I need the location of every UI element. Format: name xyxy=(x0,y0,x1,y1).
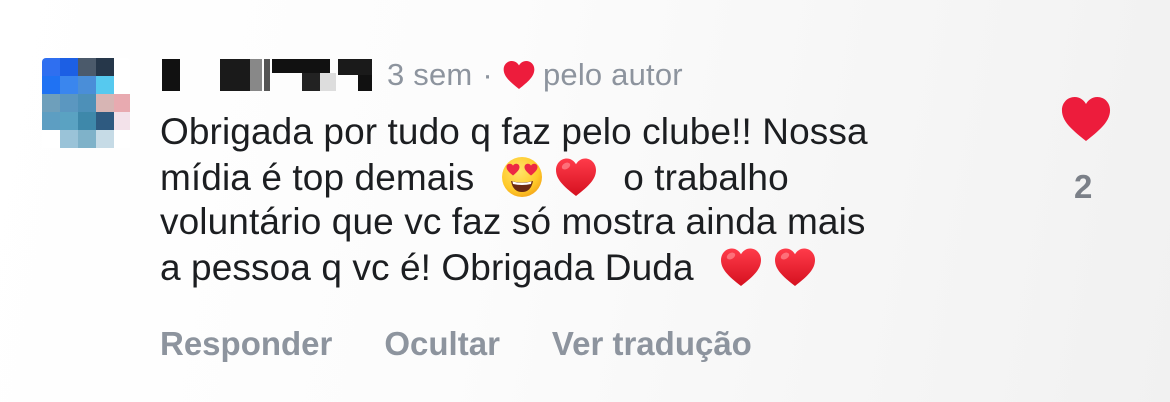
red-heart-emoji-icon xyxy=(775,248,816,286)
comment-text-segment: a pessoa q vc é! Obrigada Duda xyxy=(160,246,694,288)
red-heart-emoji-icon xyxy=(721,248,762,286)
comment-text-segment: o trabalho xyxy=(623,156,789,198)
comment: 3 sem · pelo autor Obrigada por tudo q f… xyxy=(0,0,1170,402)
comment-meta: 3 sem · pelo autor xyxy=(387,57,683,93)
comment-line: voluntário que vc faz só mostra ainda ma… xyxy=(160,201,866,242)
comment-actions: Responder Ocultar Ver tradução xyxy=(160,325,804,363)
heart-eyes-emoji-icon xyxy=(501,156,542,197)
separator: · xyxy=(482,57,493,92)
heart-icon xyxy=(503,61,535,89)
hide-button[interactable]: Ocultar xyxy=(384,325,500,363)
timestamp: 3 sem xyxy=(387,57,473,92)
username-redacted[interactable] xyxy=(162,56,377,94)
comment-line: Obrigada por tudo q faz pelo clube!! Nos… xyxy=(160,111,868,152)
red-heart-emoji-icon xyxy=(555,158,596,196)
liked-by-author-label: pelo autor xyxy=(542,57,683,92)
comment-line: a pessoa q vc é! Obrigada Duda xyxy=(160,245,1040,291)
comment-text: Obrigada por tudo q faz pelo clube!! Nos… xyxy=(160,110,1040,290)
comment-text-segment: mídia é top demais xyxy=(160,156,475,198)
avatar[interactable] xyxy=(42,58,130,150)
like-heart-icon[interactable] xyxy=(1060,96,1112,142)
translate-button[interactable]: Ver tradução xyxy=(552,325,752,363)
reply-button[interactable]: Responder xyxy=(160,325,332,363)
like-count[interactable]: 2 xyxy=(1074,168,1092,206)
comment-header: 3 sem · pelo autor xyxy=(162,55,683,95)
comment-line: mídia é top demais o trabalho xyxy=(160,155,1040,201)
